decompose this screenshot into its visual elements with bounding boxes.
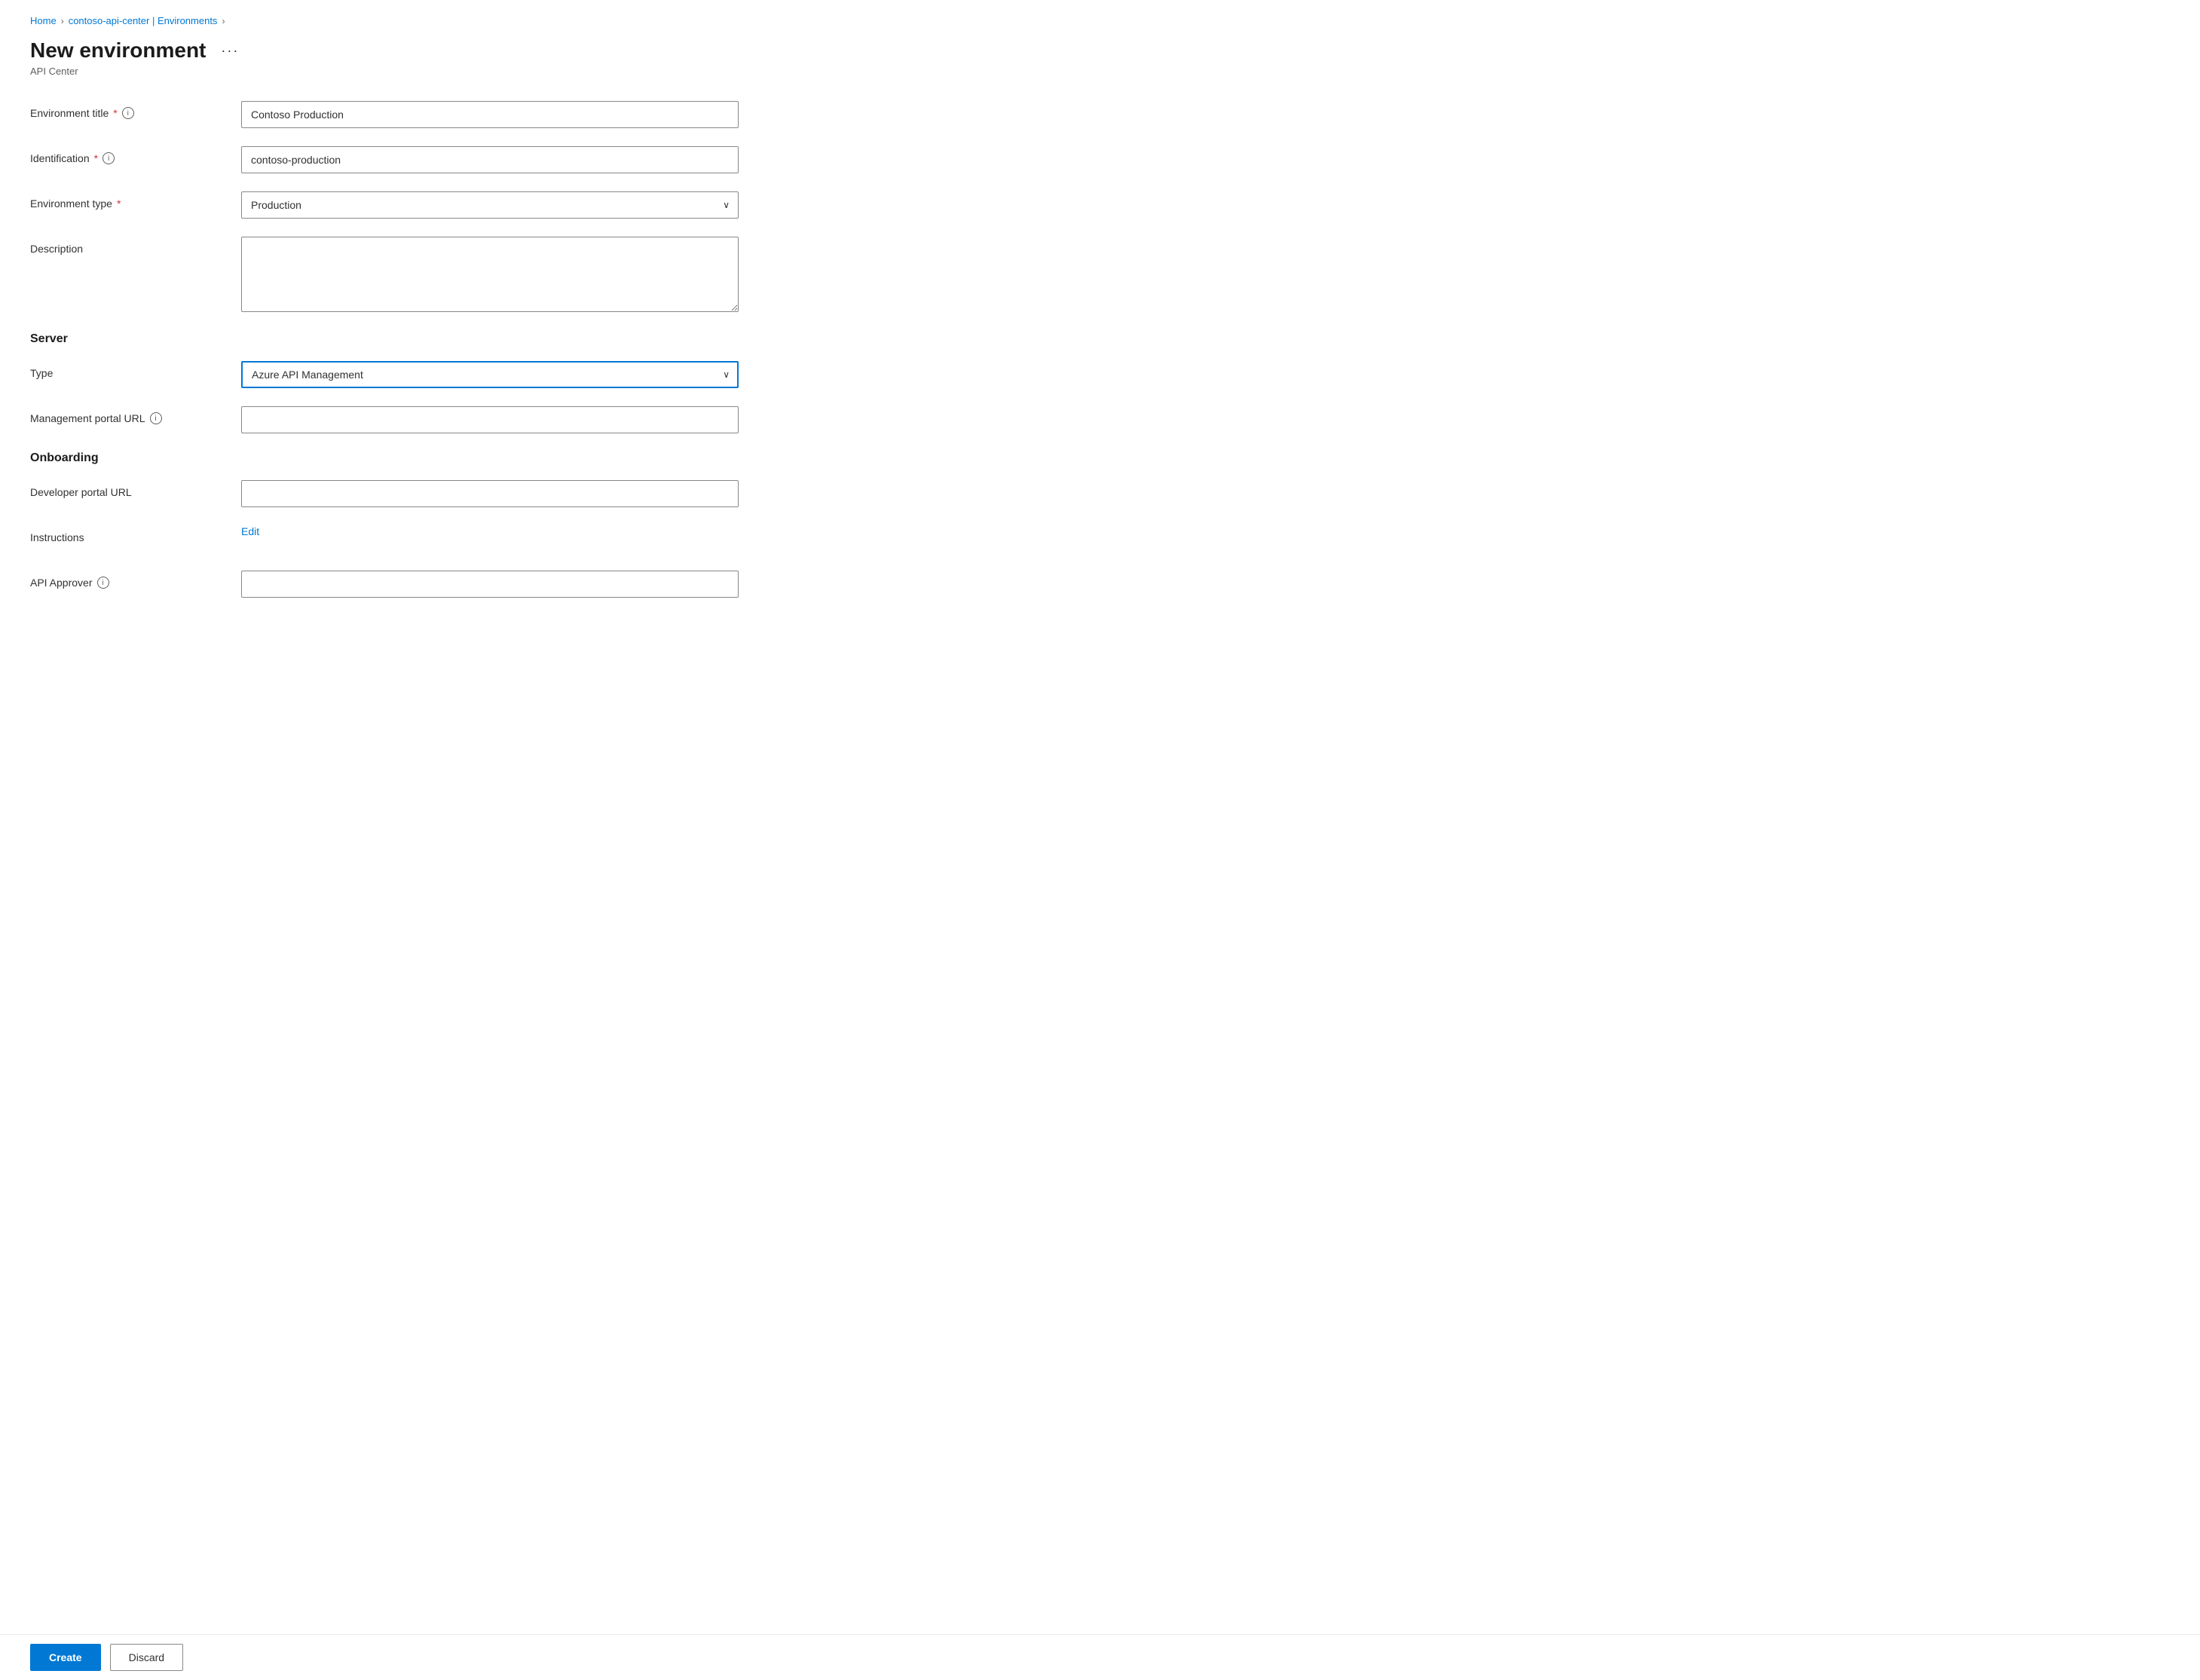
environment-type-wrapper: Production Staging Development Testing ∨ (241, 191, 739, 219)
instructions-label: Instructions (30, 525, 241, 543)
identification-label: Identification * i (30, 146, 241, 164)
footer-bar: Create Discard (0, 1634, 2200, 1680)
management-portal-url-row: Management portal URL i (30, 406, 874, 433)
server-type-label: Type (30, 361, 241, 379)
description-label: Description (30, 237, 241, 255)
environment-title-info-icon[interactable]: i (122, 107, 134, 119)
instructions-row: Instructions Edit (30, 525, 874, 552)
required-star-3: * (117, 197, 121, 210)
management-portal-url-label: Management portal URL i (30, 406, 241, 424)
identification-wrapper (241, 146, 739, 173)
server-type-row: Type Azure API Management AWS API Gatewa… (30, 361, 874, 388)
server-section-header: Server (30, 332, 874, 346)
server-type-select[interactable]: Azure API Management AWS API Gateway Kon… (241, 361, 739, 388)
management-portal-url-info-icon[interactable]: i (150, 412, 162, 424)
developer-portal-url-input[interactable] (241, 480, 739, 507)
api-approver-wrapper (241, 571, 739, 598)
page-title: New environment (30, 38, 206, 63)
identification-row: Identification * i (30, 146, 874, 173)
developer-portal-url-wrapper (241, 480, 739, 507)
management-portal-url-wrapper (241, 406, 739, 433)
instructions-wrapper: Edit (241, 525, 739, 537)
environment-type-select[interactable]: Production Staging Development Testing (241, 191, 739, 219)
page-subtitle: API Center (30, 66, 874, 77)
api-approver-label: API Approver i (30, 571, 241, 589)
breadcrumb-sep-2: › (222, 16, 225, 26)
discard-button[interactable]: Discard (110, 1644, 183, 1671)
breadcrumb-sep-1: › (61, 16, 64, 26)
breadcrumb: Home › contoso-api-center | Environments… (30, 15, 874, 26)
server-type-wrapper: Azure API Management AWS API Gateway Kon… (241, 361, 739, 388)
environment-type-select-wrapper: Production Staging Development Testing ∨ (241, 191, 739, 219)
create-button[interactable]: Create (30, 1644, 101, 1671)
onboarding-section-header: Onboarding (30, 451, 874, 465)
api-approver-input[interactable] (241, 571, 739, 598)
page-header: New environment ··· (30, 38, 874, 63)
breadcrumb-home[interactable]: Home (30, 15, 57, 26)
required-star: * (113, 107, 117, 119)
description-textarea[interactable] (241, 237, 739, 312)
environment-title-label: Environment title * i (30, 101, 241, 119)
developer-portal-url-row: Developer portal URL (30, 480, 874, 507)
api-approver-row: API Approver i (30, 571, 874, 598)
description-row: Description (30, 237, 874, 314)
environment-type-row: Environment type * Production Staging De… (30, 191, 874, 219)
management-portal-url-input[interactable] (241, 406, 739, 433)
breadcrumb-environments[interactable]: contoso-api-center | Environments (69, 15, 218, 26)
required-star-2: * (94, 152, 98, 164)
description-wrapper (241, 237, 739, 314)
new-environment-form: Environment title * i Identification * i… (30, 101, 874, 598)
environment-title-wrapper (241, 101, 739, 128)
developer-portal-url-label: Developer portal URL (30, 480, 241, 498)
identification-info-icon[interactable]: i (103, 152, 115, 164)
server-type-select-wrapper: Azure API Management AWS API Gateway Kon… (241, 361, 739, 388)
instructions-edit-link[interactable]: Edit (241, 519, 259, 537)
api-approver-info-icon[interactable]: i (97, 577, 109, 589)
environment-type-label: Environment type * (30, 191, 241, 210)
identification-input[interactable] (241, 146, 739, 173)
environment-title-input[interactable] (241, 101, 739, 128)
more-options-button[interactable]: ··· (215, 40, 245, 62)
environment-title-row: Environment title * i (30, 101, 874, 128)
